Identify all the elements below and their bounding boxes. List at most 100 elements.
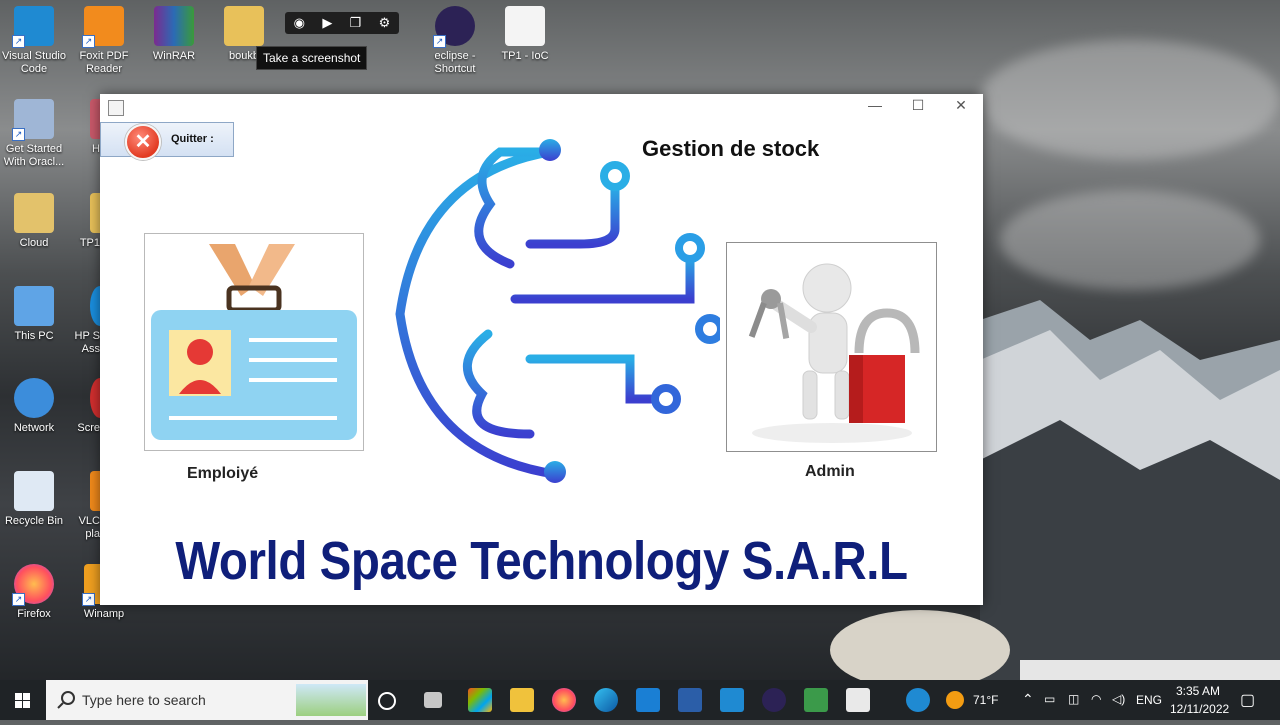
network-icon — [14, 378, 54, 418]
desktop-icon-recycle-bin[interactable]: Recycle Bin — [0, 471, 68, 528]
wallpaper-wolf-snow — [830, 610, 1280, 680]
close-icon: ✕ — [125, 124, 161, 160]
volume-icon[interactable]: ◁) — [1112, 692, 1125, 706]
firefox-icon: ↗ — [12, 564, 54, 606]
document-icon — [505, 6, 545, 46]
desktop-icon-label: Winamp — [83, 608, 125, 620]
desktop-icon-vscode[interactable]: ↗ Visual Studio Code — [0, 6, 68, 76]
maximize-button[interactable]: ☐ — [903, 97, 933, 117]
edge-icon[interactable] — [594, 688, 618, 712]
video-icon[interactable]: ▶ — [322, 15, 332, 31]
screenshot-tooltip: Take a screenshot — [256, 46, 368, 70]
task-view-icon[interactable] — [378, 692, 396, 710]
desktop-icon-label: Cloud — [19, 237, 49, 249]
quit-label: Quitter : — [171, 133, 214, 145]
clock-time[interactable]: 3:35 AM — [1176, 684, 1220, 698]
firefox-icon[interactable] — [552, 688, 576, 712]
title-bar[interactable]: — ☐ ✕ — [100, 94, 983, 120]
java-icon[interactable] — [846, 688, 870, 712]
desktop-icon-label: Firefox — [17, 608, 51, 620]
user-folder-icon — [14, 193, 54, 233]
desktop-icon-label: WinRAR — [152, 50, 196, 62]
desktop-icon-label: Network — [13, 422, 55, 434]
vscode-icon[interactable] — [720, 688, 744, 712]
notification-icon[interactable]: ▢ — [1240, 690, 1255, 710]
close-button[interactable]: ✕ — [946, 97, 976, 117]
recycle-bin-icon — [14, 471, 54, 511]
desktop-icon-vlc[interactable]: VLC pla — [66, 471, 110, 541]
desktop-icon-firefox[interactable]: ↗ Firefox — [0, 564, 68, 621]
desktop-icon-foxit[interactable]: ↗ Foxit PDF Reader — [70, 6, 138, 76]
help-icon[interactable] — [906, 688, 930, 712]
desktop-icon-label: Recycle Bin — [4, 515, 64, 527]
company-logo — [395, 139, 720, 483]
admin-lock-icon — [748, 263, 920, 443]
minimize-button[interactable]: — — [860, 97, 890, 117]
desktop-icon-h[interactable]: H — [66, 99, 110, 156]
gear-icon[interactable]: ⚙ — [379, 15, 391, 31]
battery-icon[interactable]: ▭ — [1044, 692, 1055, 706]
desktop-icon-label: eclipse - — [434, 50, 476, 62]
oracle-database-icon: ↗ — [12, 99, 54, 141]
eclipse-icon[interactable] — [762, 688, 786, 712]
computer-icon — [14, 286, 54, 326]
wifi-icon[interactable]: ◠ — [1091, 692, 1101, 706]
desktop-icon-this-pc[interactable]: This PC — [0, 286, 68, 343]
widgets-icon[interactable] — [424, 692, 442, 708]
wallpaper-cloud — [980, 40, 1280, 160]
vscode-icon: ↗ — [12, 6, 54, 48]
camera-icon[interactable]: ◫ — [1068, 692, 1079, 706]
employee-button[interactable] — [144, 233, 364, 451]
winrar-icon — [154, 6, 194, 46]
desktop-icon-hp-support[interactable]: HP S Ass — [66, 286, 110, 356]
desktop-icon-cloud[interactable]: Cloud — [0, 193, 68, 250]
admin-label: Admin — [805, 463, 855, 480]
desktop-icon-label: Foxit PDF — [79, 50, 129, 62]
wallpaper-cloud — [1000, 190, 1260, 290]
desktop-icon-label: With Oracl... — [3, 156, 65, 168]
desktop-icon-eclipse[interactable]: ↗ eclipse - Shortcut — [421, 6, 489, 76]
app-icon[interactable] — [804, 688, 828, 712]
window-icon[interactable]: ❐ — [350, 15, 362, 31]
mail-icon[interactable] — [636, 688, 660, 712]
file-explorer-icon[interactable] — [510, 688, 534, 712]
desktop-icon-label: Code — [20, 63, 48, 75]
desktop-icon-label: Visual Studio — [1, 50, 66, 62]
start-button[interactable] — [0, 680, 46, 720]
java-icon — [108, 100, 124, 116]
desktop-icon-label: Get Started — [5, 143, 63, 155]
desktop-icon-label: Ass — [81, 343, 100, 355]
eclipse-icon: ↗ — [433, 6, 475, 48]
employee-label: Emploiyé — [187, 465, 259, 482]
quit-button[interactable]: ✕ Quitter : — [100, 122, 234, 160]
search-input[interactable]: Type here to search — [46, 680, 368, 720]
id-badge-icon — [151, 244, 357, 440]
desktop-icon-label: This PC — [14, 330, 54, 342]
weather-temp[interactable]: 71°F — [973, 693, 998, 707]
clock-date[interactable]: 12/11/2022 — [1170, 702, 1229, 716]
desktop-icon-network[interactable]: Network — [0, 378, 68, 435]
snipping-tool-icon[interactable] — [678, 688, 702, 712]
admin-button[interactable] — [726, 242, 937, 452]
tray-expand-icon[interactable]: ⌃ — [1022, 691, 1034, 708]
desktop-icon-screen[interactable]: Scre — [66, 378, 110, 435]
foxit-pdf-icon: ↗ — [82, 6, 124, 48]
desktop-icon-label: Scre — [77, 422, 100, 434]
search-highlight-image[interactable] — [296, 684, 366, 716]
taskbar: Type here to search 71°F ⌃ ▭ ◫ ◠ ◁) ENG … — [0, 680, 1280, 720]
language-indicator[interactable]: ENG — [1136, 693, 1162, 707]
desktop-icon-label: H — [92, 143, 100, 155]
desktop-icon-winrar[interactable]: WinRAR — [140, 6, 208, 63]
desktop-icon-oracle[interactable]: ↗ Get Started With Oracl... — [0, 99, 68, 169]
store-icon[interactable] — [468, 688, 492, 712]
desktop-icon-label: pla — [85, 528, 100, 540]
desktop-icon-label: TP1 — [79, 237, 100, 249]
desktop-icon-tp1[interactable]: TP1 — [66, 193, 110, 250]
folder-icon — [224, 6, 264, 46]
search-placeholder: Type here to search — [82, 692, 206, 708]
desktop-icon-label: HP S — [74, 330, 100, 342]
weather-icon[interactable] — [946, 691, 964, 709]
desktop-icon-tp1-ioc[interactable]: TP1 - IoC — [491, 6, 559, 63]
camera-icon[interactable]: ◉ — [294, 15, 305, 31]
company-name: World Space Technology S.A.R.L — [175, 531, 908, 591]
